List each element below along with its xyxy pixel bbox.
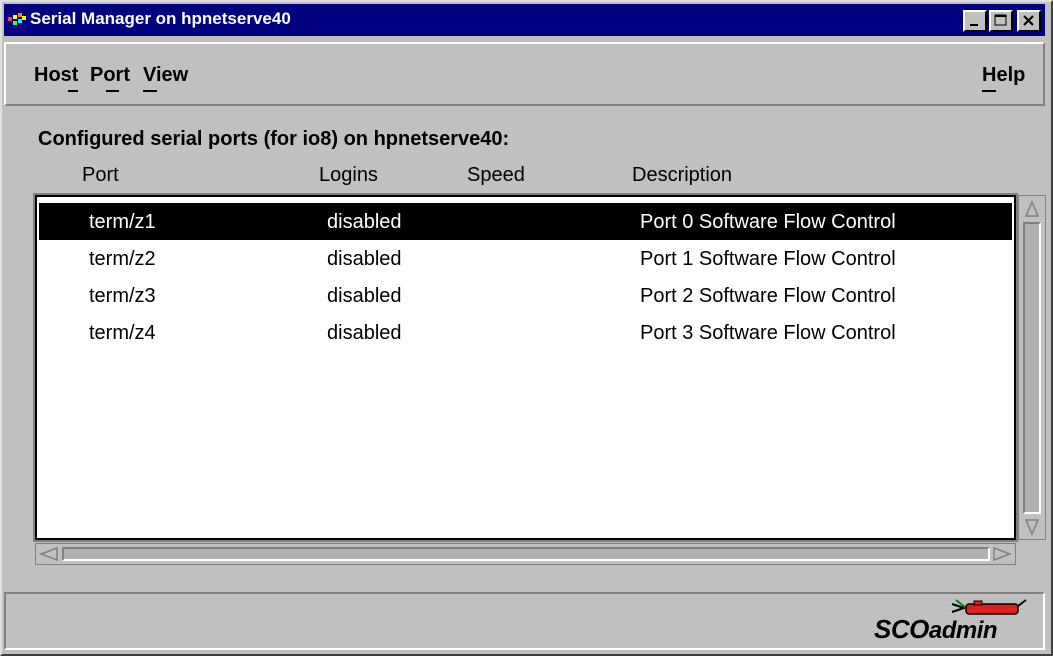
serial-ports-list[interactable]: term/z1 disabled Port 0 Software Flow Co…: [33, 193, 1018, 542]
menu-help[interactable]: Help: [982, 64, 1025, 87]
column-header-speed: Speed: [467, 164, 525, 186]
scroll-down-icon[interactable]: [1024, 518, 1040, 536]
title-bar[interactable]: Serial Manager on hpnetserve40: [4, 4, 1045, 36]
port-cell: term/z2: [89, 248, 156, 270]
app-icon: [8, 13, 26, 25]
menu-host[interactable]: Host: [34, 64, 78, 87]
description-cell: Port 3 Software Flow Control: [640, 322, 896, 344]
menu-port[interactable]: Port: [90, 64, 130, 87]
minimize-button[interactable]: [963, 10, 987, 32]
close-button[interactable]: [1017, 10, 1041, 32]
horizontal-scrollbar[interactable]: [35, 543, 1016, 565]
column-header-description: Description: [632, 164, 733, 186]
table-row[interactable]: term/z1 disabled Port 0 Software Flow Co…: [39, 203, 1012, 240]
window-title: Serial Manager on hpnetserve40: [30, 9, 291, 28]
column-header-logins: Logins: [319, 164, 378, 186]
port-cell: term/z3: [89, 285, 156, 307]
horizontal-scroll-track[interactable]: [62, 547, 990, 561]
description-cell: Port 1 Software Flow Control: [640, 248, 896, 270]
maximize-button[interactable]: [989, 10, 1013, 32]
scroll-left-icon[interactable]: [39, 546, 59, 562]
close-icon: [1023, 15, 1034, 26]
table-row[interactable]: term/z4 disabled Port 3 Software Flow Co…: [39, 314, 1012, 351]
port-cell: term/z4: [89, 322, 156, 344]
logins-cell: disabled: [327, 322, 402, 344]
logins-cell: disabled: [327, 211, 402, 233]
menu-bar: Host Port View Help: [4, 42, 1045, 106]
logins-cell: disabled: [327, 285, 402, 307]
vertical-scrollbar[interactable]: [1018, 195, 1046, 540]
logins-cell: disabled: [327, 248, 402, 270]
scroll-up-icon[interactable]: [1024, 200, 1040, 218]
description-cell: Port 0 Software Flow Control: [640, 211, 896, 233]
sco-admin-logo: SCOadmin: [874, 614, 998, 644]
table-row[interactable]: term/z2 disabled Port 1 Software Flow Co…: [39, 240, 1012, 277]
description-cell: Port 2 Software Flow Control: [640, 285, 896, 307]
menu-view[interactable]: View: [143, 64, 188, 87]
minimize-icon: [970, 24, 978, 26]
table-row[interactable]: term/z3 disabled Port 2 Software Flow Co…: [39, 277, 1012, 314]
maximize-icon: [994, 14, 1007, 26]
scroll-right-icon[interactable]: [992, 546, 1012, 562]
port-cell: term/z1: [89, 211, 156, 233]
vertical-scroll-track[interactable]: [1023, 222, 1041, 514]
column-header-port: Port: [82, 164, 119, 186]
ports-heading: Configured serial ports (for io8) on hpn…: [38, 128, 510, 150]
